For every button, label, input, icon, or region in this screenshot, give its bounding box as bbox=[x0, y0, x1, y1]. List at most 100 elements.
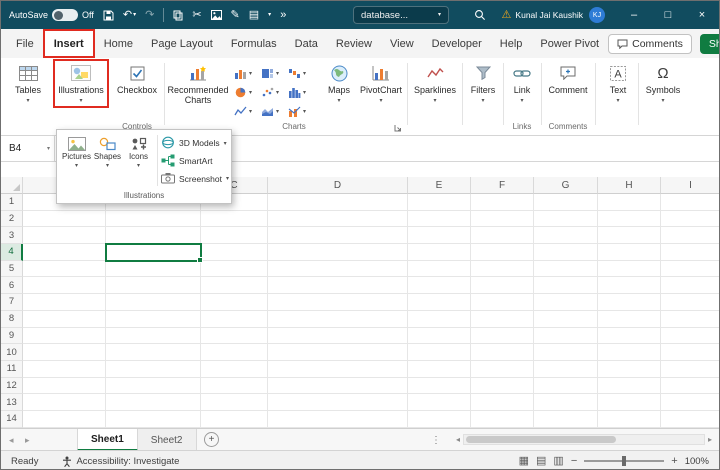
pie-chart-button[interactable]: ▾ bbox=[234, 83, 261, 101]
cell-I14[interactable] bbox=[661, 411, 720, 428]
zoom-in-button[interactable]: + bbox=[671, 455, 677, 467]
zoom-level[interactable]: 100% bbox=[685, 456, 709, 467]
cell-A11[interactable] bbox=[23, 361, 106, 378]
area-chart-button[interactable]: ▾ bbox=[261, 102, 288, 120]
autosave-switch-icon[interactable] bbox=[52, 9, 78, 21]
combo-chart-button[interactable]: ▾ bbox=[288, 102, 315, 120]
row-header-12[interactable]: 12 bbox=[1, 378, 23, 395]
charts-dialog-launcher[interactable] bbox=[394, 124, 402, 132]
cell-G12[interactable] bbox=[534, 378, 598, 395]
warning-icon[interactable]: ⚠ bbox=[502, 10, 512, 21]
cell-D3[interactable] bbox=[268, 227, 408, 244]
row-header-3[interactable]: 3 bbox=[1, 227, 23, 244]
cell-E5[interactable] bbox=[408, 261, 471, 278]
screenshot-button[interactable]: Screenshot ▾ bbox=[161, 172, 229, 186]
ribbon-tab-developer[interactable]: Developer bbox=[423, 29, 491, 58]
cell-C14[interactable] bbox=[201, 411, 268, 428]
cell-C5[interactable] bbox=[201, 261, 268, 278]
cell-I11[interactable] bbox=[661, 361, 720, 378]
cell-F6[interactable] bbox=[471, 277, 534, 294]
ribbon-tab-insert[interactable]: Insert bbox=[43, 29, 95, 58]
cell-E3[interactable] bbox=[408, 227, 471, 244]
cell-H11[interactable] bbox=[598, 361, 661, 378]
comment-button[interactable]: Comment bbox=[544, 61, 592, 95]
accessibility-status[interactable]: Accessibility: Investigate bbox=[62, 456, 179, 467]
cell-H5[interactable] bbox=[598, 261, 661, 278]
cell-F3[interactable] bbox=[471, 227, 534, 244]
cell-G14[interactable] bbox=[534, 411, 598, 428]
cell-C2[interactable] bbox=[201, 211, 268, 228]
column-header-F[interactable]: F bbox=[471, 177, 534, 194]
cell-B14[interactable] bbox=[106, 411, 201, 428]
avatar[interactable]: KJ bbox=[589, 7, 605, 23]
cell-A5[interactable] bbox=[23, 261, 106, 278]
cell-A8[interactable] bbox=[23, 311, 106, 328]
cell-I3[interactable] bbox=[661, 227, 720, 244]
symbols-button[interactable]: Ω Symbols ▾ bbox=[642, 61, 684, 104]
cell-A7[interactable] bbox=[23, 294, 106, 311]
smartart-button[interactable]: SmartArt bbox=[161, 154, 229, 169]
redo-button[interactable]: ↷ bbox=[145, 10, 154, 21]
row-header-6[interactable]: 6 bbox=[1, 277, 23, 294]
cell-G9[interactable] bbox=[534, 328, 598, 345]
cell-B11[interactable] bbox=[106, 361, 201, 378]
copy-icon[interactable] bbox=[173, 10, 183, 21]
cell-B13[interactable] bbox=[106, 394, 201, 411]
sheet-tab-sheet2[interactable]: Sheet2 bbox=[138, 429, 197, 451]
cell-G1[interactable] bbox=[534, 194, 598, 211]
column-header-G[interactable]: G bbox=[534, 177, 598, 194]
cell-D9[interactable] bbox=[268, 328, 408, 345]
cut-icon[interactable]: ✂ bbox=[192, 10, 201, 21]
pictures-button[interactable]: Pictures ▾ bbox=[61, 133, 92, 188]
ribbon-tab-page-layout[interactable]: Page Layout bbox=[142, 29, 222, 58]
cell-F12[interactable] bbox=[471, 378, 534, 395]
sparklines-button[interactable]: Sparklines ▾ bbox=[410, 61, 460, 104]
cell-D5[interactable] bbox=[268, 261, 408, 278]
normal-view-button[interactable]: ▦ bbox=[519, 456, 529, 467]
ribbon-tab-review[interactable]: Review bbox=[327, 29, 381, 58]
ribbon-tab-help[interactable]: Help bbox=[491, 29, 532, 58]
checkbox-button[interactable]: Checkbox bbox=[113, 61, 161, 95]
cell-B6[interactable] bbox=[106, 277, 201, 294]
row-header-10[interactable]: 10 bbox=[1, 344, 23, 361]
cell-D4[interactable] bbox=[268, 244, 408, 261]
minimize-button[interactable]: – bbox=[617, 1, 651, 29]
cell-I4[interactable] bbox=[661, 244, 720, 261]
cell-I10[interactable] bbox=[661, 344, 720, 361]
row-header-1[interactable]: 1 bbox=[1, 194, 23, 211]
cell-E9[interactable] bbox=[408, 328, 471, 345]
cell-F4[interactable] bbox=[471, 244, 534, 261]
cell-G11[interactable] bbox=[534, 361, 598, 378]
cell-E14[interactable] bbox=[408, 411, 471, 428]
cell-E8[interactable] bbox=[408, 311, 471, 328]
cell-G10[interactable] bbox=[534, 344, 598, 361]
cell-B10[interactable] bbox=[106, 344, 201, 361]
cell-C6[interactable] bbox=[201, 277, 268, 294]
row-header-5[interactable]: 5 bbox=[1, 261, 23, 278]
filters-button[interactable]: Filters ▾ bbox=[464, 61, 502, 104]
cell-F13[interactable] bbox=[471, 394, 534, 411]
cell-G13[interactable] bbox=[534, 394, 598, 411]
column-chart-button[interactable]: ▾ bbox=[234, 64, 261, 82]
sheet-nav-left-icon[interactable]: ◂ bbox=[9, 429, 14, 451]
cell-B3[interactable] bbox=[106, 227, 201, 244]
row-header-8[interactable]: 8 bbox=[1, 311, 23, 328]
cell-E10[interactable] bbox=[408, 344, 471, 361]
cell-B5[interactable] bbox=[106, 261, 201, 278]
statistic-chart-button[interactable]: ▾ bbox=[288, 83, 315, 101]
cell-C3[interactable] bbox=[201, 227, 268, 244]
cell-G4[interactable] bbox=[534, 244, 598, 261]
cell-A12[interactable] bbox=[23, 378, 106, 395]
cell-D7[interactable] bbox=[268, 294, 408, 311]
maximize-button[interactable]: □ bbox=[651, 1, 685, 29]
cell-D2[interactable] bbox=[268, 211, 408, 228]
cell-H8[interactable] bbox=[598, 311, 661, 328]
cell-A3[interactable] bbox=[23, 227, 106, 244]
toolbar-overflow-icon[interactable]: » bbox=[280, 10, 286, 21]
column-header-I[interactable]: I bbox=[661, 177, 720, 194]
page-break-view-button[interactable]: ▥ bbox=[553, 456, 563, 467]
cell-F14[interactable] bbox=[471, 411, 534, 428]
row-header-9[interactable]: 9 bbox=[1, 328, 23, 345]
shapes-button[interactable]: Shapes ▾ bbox=[92, 133, 123, 188]
cell-G6[interactable] bbox=[534, 277, 598, 294]
